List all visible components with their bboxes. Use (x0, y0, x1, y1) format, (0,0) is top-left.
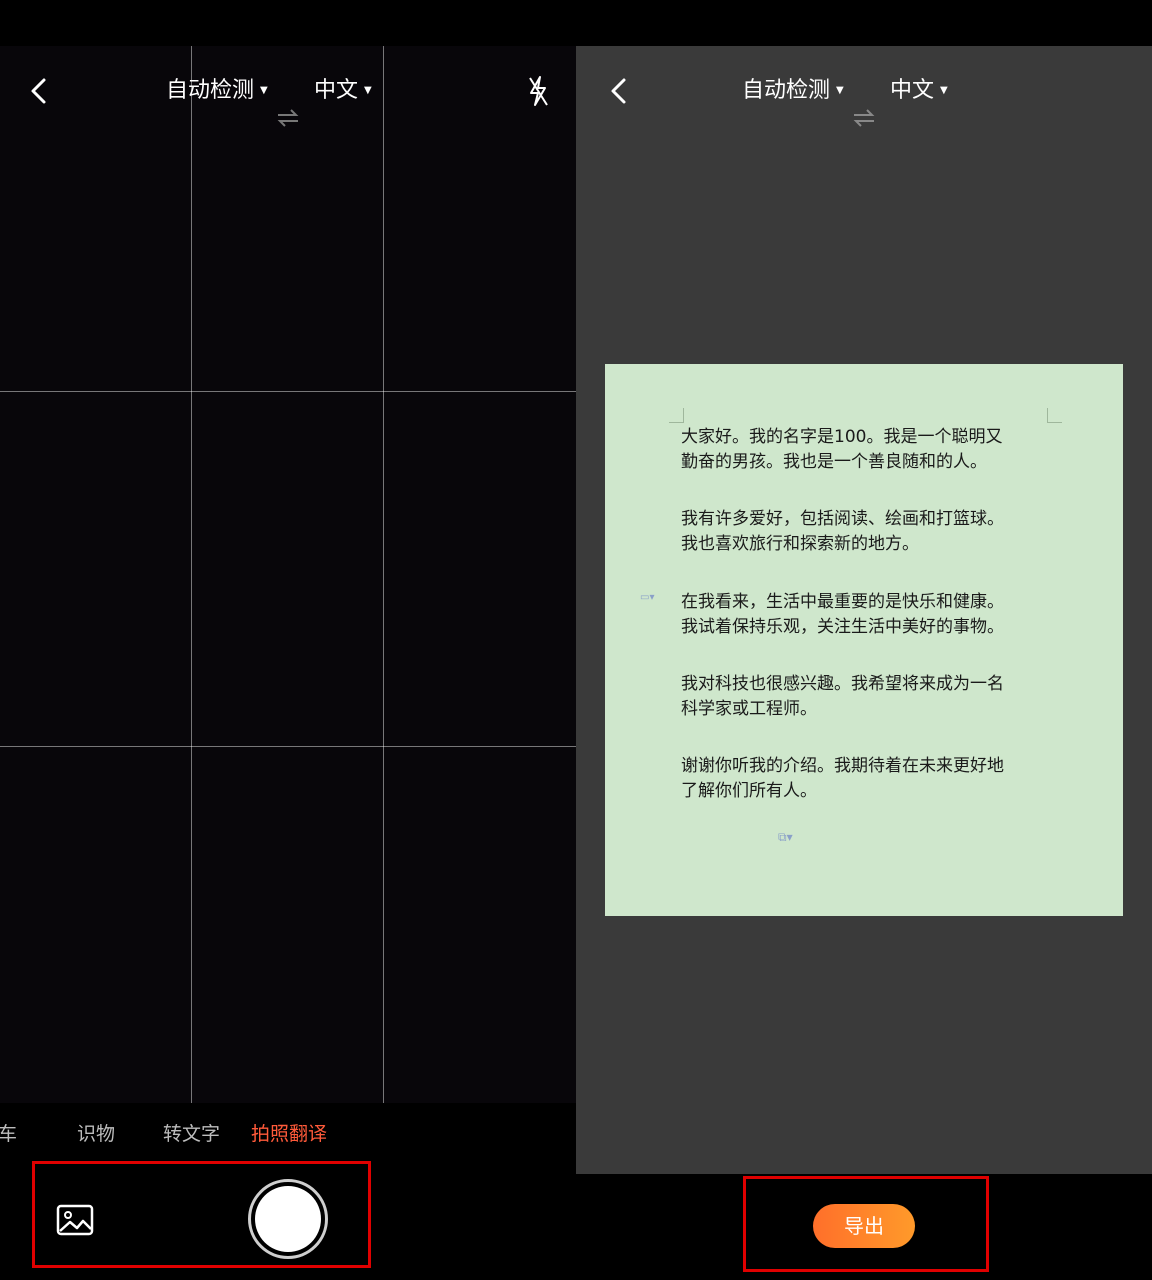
margin-corner (669, 408, 684, 423)
text-line: 勤奋的男孩。我也是一个善良随和的人。 (681, 452, 987, 472)
source-language-label: 自动检测 (742, 78, 831, 103)
grid-line (0, 391, 576, 392)
text-line: 大家好。我的名字是100。我是一个聪明又 (681, 427, 1003, 447)
caret-down-icon: ▼ (260, 85, 268, 96)
result-header: 自动检测 ▼ 中文 ▼ (576, 46, 1152, 136)
grid-line (0, 746, 576, 747)
source-language-dropdown[interactable]: 自动检测 ▼ (742, 72, 844, 110)
result-area: 自动检测 ▼ 中文 ▼ 大家好。我的名字是100。我是一个聪明又 勤奋的男孩。我也是… (576, 46, 1152, 1174)
caret-down-icon: ▼ (836, 85, 844, 96)
caret-down-icon: ▼ (364, 85, 372, 96)
text-line: 我对科技也很感兴趣。我希望将来成为一名 (681, 674, 1004, 694)
paragraph: 我有许多爱好，包括阅读、绘画和打篮球。 我也喜欢旅行和探索新的地方。 (681, 507, 1061, 557)
source-language-dropdown[interactable]: 自动检测 ▼ (166, 72, 268, 110)
text-line: 了解你们所有人。 (681, 781, 817, 801)
result-screen: 自动检测 ▼ 中文 ▼ 大家好。我的名字是100。我是一个聪明又 勤奋的男孩。我也是… (576, 46, 1152, 1280)
text-line: 我也喜欢旅行和探索新的地方。 (681, 534, 919, 554)
language-selector: 自动检测 ▼ 中文 ▼ (0, 72, 576, 127)
mode-item[interactable]: 转文字 (163, 1119, 220, 1146)
camera-header: 自动检测 ▼ 中文 ▼ (0, 46, 576, 136)
mode-item[interactable]: 识物 (77, 1119, 115, 1146)
flash-off-icon[interactable] (524, 74, 552, 108)
paragraph: 谢谢你听我的介绍。我期待着在未来更好地 了解你们所有人。 (681, 754, 1061, 804)
grid-line (383, 46, 384, 1103)
text-line: 科学家或工程师。 (681, 699, 817, 719)
target-language-dropdown[interactable]: 中文 ▼ (314, 72, 372, 110)
paragraph: 我对科技也很感兴趣。我希望将来成为一名 科学家或工程师。 (681, 672, 1061, 722)
highlight-box (743, 1176, 989, 1272)
swap-languages-icon[interactable] (852, 108, 876, 128)
mode-item-active[interactable]: 拍照翻译 (251, 1119, 327, 1146)
mode-selector: 车 识物 转文字 拍照翻译 (0, 1103, 576, 1163)
highlight-box (32, 1161, 371, 1268)
status-bar (0, 0, 1152, 46)
translated-document[interactable]: 大家好。我的名字是100。我是一个聪明又 勤奋的男孩。我也是一个善良随和的人。 … (605, 364, 1123, 916)
language-selector: 自动检测 ▼ 中文 ▼ (576, 72, 1152, 127)
paragraph: 在我看来，生活中最重要的是快乐和健康。 我试着保持乐观，关注生活中美好的事物。 (681, 590, 1061, 640)
target-language-label: 中文 (314, 78, 359, 103)
text-line: 我试着保持乐观，关注生活中美好的事物。 (681, 617, 1004, 637)
target-language-dropdown[interactable]: 中文 ▼ (890, 72, 948, 110)
paste-option-icon: ▭▾ (640, 592, 655, 603)
margin-corner (1047, 408, 1062, 423)
mode-item[interactable]: 车 (0, 1119, 17, 1146)
paste-option-icon: ⧉▾ (778, 830, 793, 844)
text-line: 在我看来，生活中最重要的是快乐和健康。 (681, 592, 1004, 612)
paragraph: 大家好。我的名字是100。我是一个聪明又 勤奋的男孩。我也是一个善良随和的人。 (681, 425, 1061, 475)
camera-screen: 自动检测 ▼ 中文 ▼ 车 识物 转文字 拍照翻译 (0, 46, 576, 1280)
swap-languages-icon[interactable] (276, 108, 300, 128)
source-language-label: 自动检测 (166, 78, 255, 103)
caret-down-icon: ▼ (940, 85, 948, 96)
text-line: 谢谢你听我的介绍。我期待着在未来更好地 (681, 756, 1004, 776)
target-language-label: 中文 (890, 78, 935, 103)
text-line: 我有许多爱好，包括阅读、绘画和打篮球。 (681, 509, 1004, 529)
camera-viewfinder[interactable]: 自动检测 ▼ 中文 ▼ (0, 46, 576, 1103)
grid-line (191, 46, 192, 1103)
